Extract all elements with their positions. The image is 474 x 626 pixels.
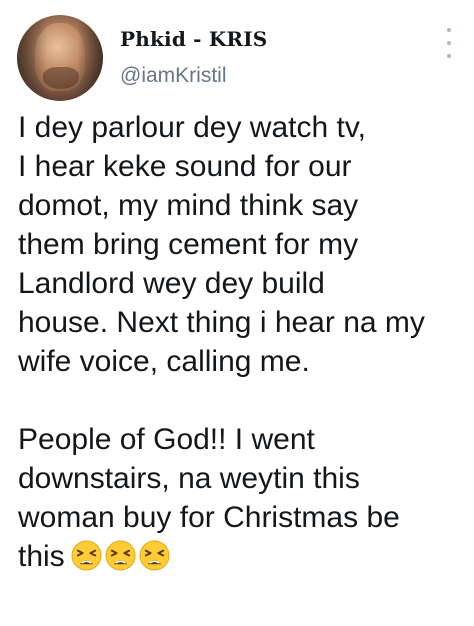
tweet-line: house. Next thing i hear na my: [18, 306, 425, 339]
tweet-line: I hear keke sound for our: [18, 150, 352, 183]
more-dot: [447, 28, 451, 32]
avatar-shade: [17, 15, 103, 101]
display-name[interactable]: Phkid - KRIS: [120, 27, 267, 51]
emoji-row: [71, 540, 173, 571]
more-dot: [447, 54, 451, 58]
tweet-text: I dey parlour dey watch tv, I hear keke …: [18, 108, 470, 576]
tweet-line-text: this: [18, 540, 65, 573]
tweet-line: I dey parlour dey watch tv,: [18, 111, 366, 144]
tired-face-emoji-icon: [71, 540, 102, 571]
tweet-line: woman buy for Christmas be: [18, 501, 400, 534]
more-dot: [447, 41, 451, 45]
tweet-line: wife voice, calling me.: [18, 345, 310, 378]
tweet-line: Landlord wey dey build: [18, 267, 325, 300]
avatar[interactable]: [17, 15, 103, 101]
tired-face-emoji-icon: [139, 540, 170, 571]
user-handle[interactable]: @iamKristil: [120, 64, 227, 88]
tweet-line: downstairs, na weytin this: [18, 462, 360, 495]
tweet-line: domot, my mind think say: [18, 189, 359, 222]
tweet-card: Phkid - KRIS @iamKristil I dey parlour d…: [0, 0, 474, 626]
tired-face-emoji-icon: [105, 540, 136, 571]
more-options-icon[interactable]: [442, 28, 456, 58]
tweet-line: them bring cement for my: [18, 228, 359, 261]
tweet-line-last: this: [18, 537, 470, 576]
tweet-line: People of God!! I went: [18, 423, 315, 456]
